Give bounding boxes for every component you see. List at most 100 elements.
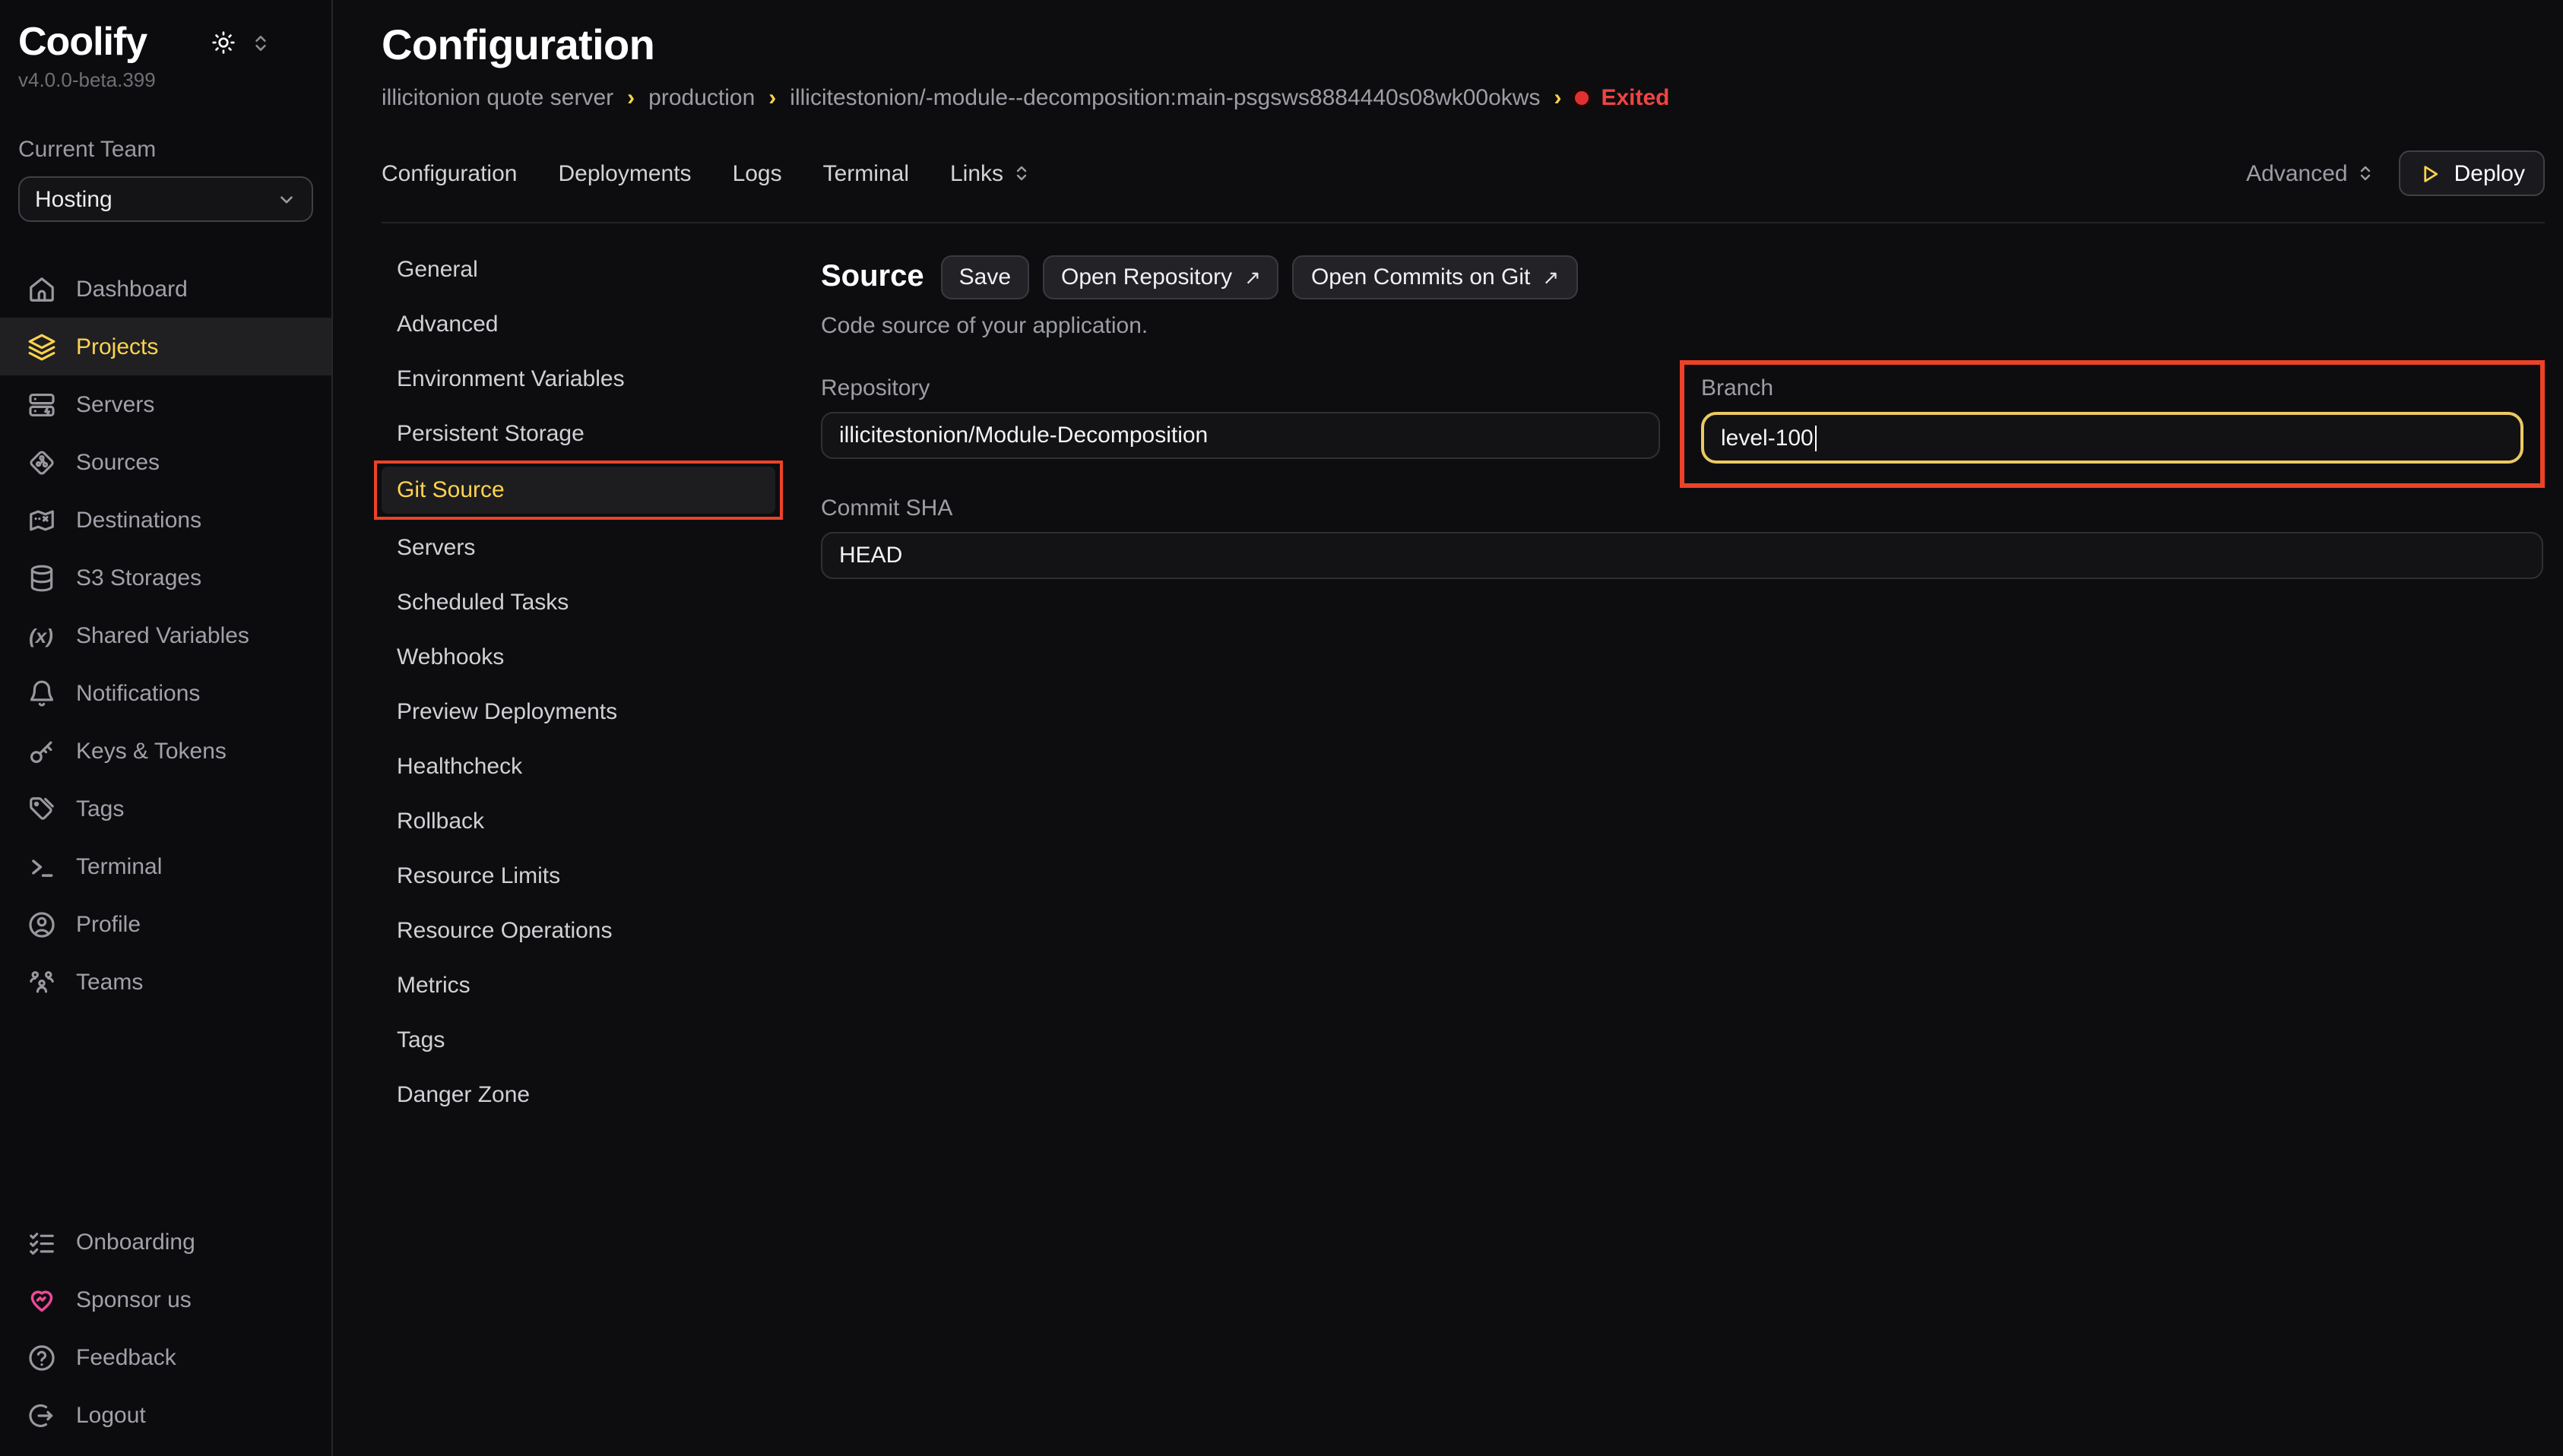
advanced-menu[interactable]: Advanced [2246,160,2374,186]
subnav-item-danger-zone[interactable]: Danger Zone [382,1067,783,1122]
subnav-item-resource-operations[interactable]: Resource Operations [382,903,783,957]
server-icon [26,390,56,420]
subnav-item-metrics[interactable]: Metrics [382,957,783,1012]
sidebar-item-label: Logout [76,1402,146,1428]
repository-field-group: Repository illicitestonion/Module-Decomp… [821,375,1660,459]
open-repository-button[interactable]: Open Repository ↗ [1043,255,1279,299]
tab-terminal[interactable]: Terminal [823,160,909,186]
tab-logs[interactable]: Logs [733,160,782,186]
annotation-box-git-source: Git Source [374,461,783,520]
user-circle-icon [26,910,56,940]
chevrons-up-down-icon [1012,163,1031,184]
sidebar-item-servers[interactable]: Servers [0,376,331,434]
sidebar-item-label: Sponsor us [76,1287,192,1312]
tab-links[interactable]: Links [950,160,1031,186]
sidebar-item-label: Teams [76,970,143,995]
sidebar-item-teams[interactable]: Teams [0,954,331,1011]
commit-sha-input[interactable]: HEAD [821,532,2543,579]
breadcrumb-separator-icon: › [1554,85,1561,111]
subnav-item-general[interactable]: General [382,242,783,296]
database-icon [26,563,56,593]
sidebar-item-label: Projects [76,334,158,360]
sidebar-item-logout[interactable]: Logout [0,1386,331,1444]
tab-deployments[interactable]: Deployments [558,160,691,186]
repository-input[interactable]: illicitestonion/Module-Decomposition [821,412,1660,459]
sidebar-item-label: Destinations [76,508,201,533]
subnav-item-scheduled-tasks[interactable]: Scheduled Tasks [382,574,783,629]
sidebar-item-projects[interactable]: Projects [0,318,331,376]
heart-icon [26,1284,56,1315]
sidebar-item-s3-storages[interactable]: S3 Storages [0,549,331,607]
annotation-box-branch: Branch level-100 [1680,360,2545,488]
sidebar-item-sponsor-us[interactable]: Sponsor us [0,1271,331,1328]
home-icon [26,274,56,305]
tag-icon [26,794,56,825]
team-select[interactable]: Hosting [18,177,313,223]
branch-label: Branch [1701,375,2523,401]
sidebar-item-profile[interactable]: Profile [0,896,331,954]
breadcrumb-separator-icon: › [768,85,776,111]
config-subnav: General Advanced Environment Variables P… [382,242,783,1122]
current-team-label: Current Team [18,138,313,163]
subnav-item-healthcheck[interactable]: Healthcheck [382,739,783,793]
main-content: Configuration illicitonion quote server … [333,0,2563,1456]
subnav-item-persistent-storage[interactable]: Persistent Storage [382,406,783,461]
sidebar-item-label: Dashboard [76,277,188,302]
breadcrumb-environment[interactable]: production [648,85,755,111]
source-form: Repository illicitestonion/Module-Decomp… [821,375,2543,579]
sidebar-item-dashboard[interactable]: Dashboard [0,261,331,318]
breadcrumb-application[interactable]: illicitestonion/-module--decomposition:m… [790,85,1540,111]
git-source-icon [26,448,56,478]
subnav-item-environment-variables[interactable]: Environment Variables [382,351,783,406]
sidebar-item-feedback[interactable]: Feedback [0,1328,331,1386]
sidebar-header: Coolify v4.0.0-beta.399 Current Team Hos… [0,0,331,223]
sidebar-spacer [0,1011,331,1213]
commit-sha-field-group: Commit SHA HEAD [821,495,2543,579]
subnav-item-git-source[interactable]: Git Source [382,467,775,514]
open-commits-button[interactable]: Open Commits on Git ↗ [1293,255,1577,299]
save-button[interactable]: Save [941,255,1029,299]
subnav-item-webhooks[interactable]: Webhooks [382,629,783,684]
subnav-item-preview-deployments[interactable]: Preview Deployments [382,684,783,739]
branch-input[interactable]: level-100 [1701,412,2523,464]
sidebar-item-label: Tags [76,796,124,822]
breadcrumb-project[interactable]: illicitonion quote server [382,85,613,111]
deploy-button[interactable]: Deploy [2400,150,2545,196]
terminal-icon [26,852,56,882]
bell-icon [26,679,56,709]
open-commits-label: Open Commits on Git [1311,264,1530,290]
sidebar-item-terminal[interactable]: Terminal [0,838,331,896]
theme-sun-icon[interactable] [211,30,236,55]
commit-sha-label: Commit SHA [821,495,2543,521]
sidebar-item-label: Shared Variables [76,623,249,649]
sidebar-menu: Dashboard Projects Servers Sources Desti… [0,261,331,1011]
open-repository-label: Open Repository [1061,264,1232,290]
subnav-item-rollback[interactable]: Rollback [382,793,783,848]
sidebar: Coolify v4.0.0-beta.399 Current Team Hos… [0,0,333,1456]
sidebar-item-notifications[interactable]: Notifications [0,665,331,723]
layers-icon [26,332,56,362]
subnav-item-advanced[interactable]: Advanced [382,296,783,351]
source-heading: Source [821,260,924,295]
sidebar-item-label: Notifications [76,681,200,707]
subnav-item-servers[interactable]: Servers [382,520,783,574]
sidebar-item-onboarding[interactable]: Onboarding [0,1213,331,1271]
team-select-value: Hosting [35,187,112,213]
subnav-item-tags[interactable]: Tags [382,1012,783,1067]
advanced-label: Advanced [2246,160,2347,186]
sidebar-item-tags[interactable]: Tags [0,780,331,838]
breadcrumb: illicitonion quote server › production ›… [382,85,2545,111]
sidebar-footer-menu: Onboarding Sponsor us Feedback Logout [0,1213,331,1444]
repository-label: Repository [821,375,1660,401]
sidebar-item-label: Terminal [76,854,162,880]
sidebar-item-sources[interactable]: Sources [0,434,331,492]
sidebar-item-destinations[interactable]: Destinations [0,492,331,549]
chevrons-up-down-icon [2357,163,2375,184]
sidebar-item-keys-tokens[interactable]: Keys & Tokens [0,723,331,780]
subnav-item-resource-limits[interactable]: Resource Limits [382,848,783,903]
status-dot-icon [1575,91,1589,105]
tab-configuration[interactable]: Configuration [382,160,517,186]
sidebar-item-label: Profile [76,912,141,938]
theme-chevrons-icon[interactable] [251,31,271,54]
sidebar-item-shared-variables[interactable]: (x) Shared Variables [0,607,331,665]
